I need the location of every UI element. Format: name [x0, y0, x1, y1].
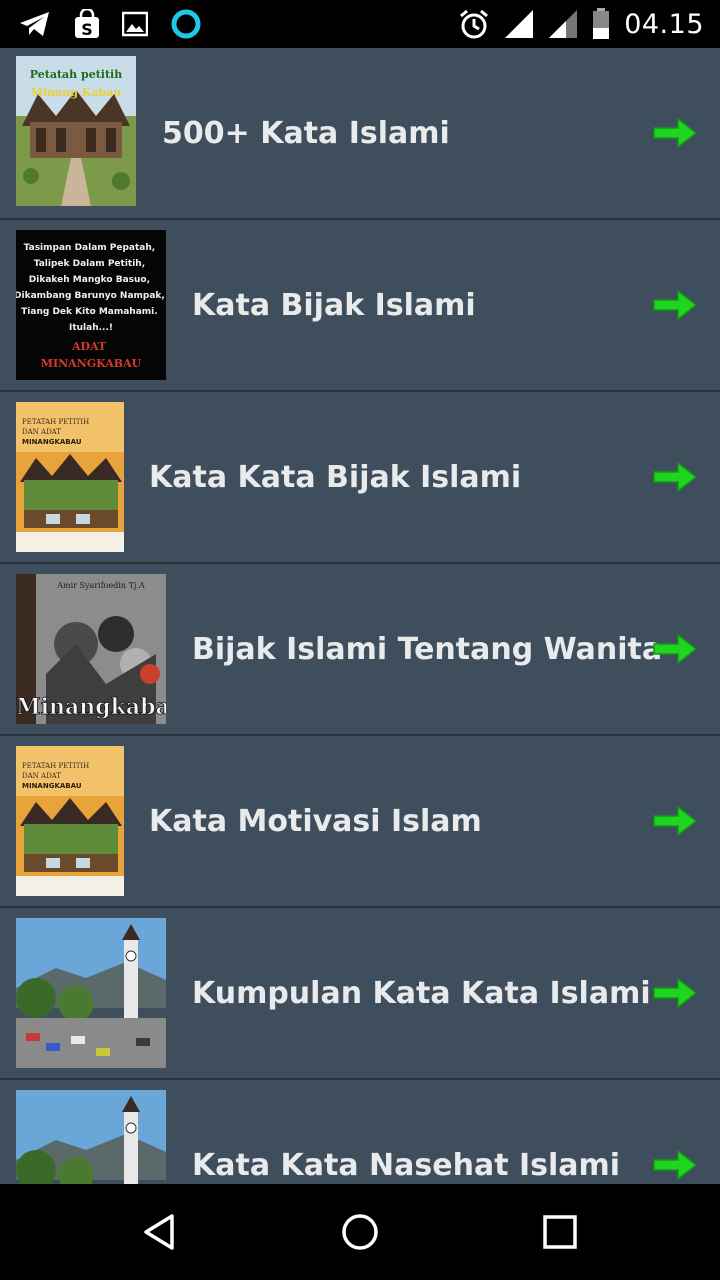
thumbnail-clock-tower	[16, 1090, 166, 1184]
shopping-bag-icon: S	[74, 9, 100, 39]
svg-text:Minangkabau: Minangkabau	[16, 694, 166, 720]
arrow-right-icon[interactable]	[652, 117, 698, 149]
image-icon	[122, 11, 148, 37]
item-title: Kata Kata Bijak Islami	[149, 459, 522, 495]
item-title: Bijak Islami Tentang Wanita	[192, 631, 663, 667]
status-bar: S 04.15	[0, 0, 720, 48]
arrow-right-icon[interactable]	[652, 977, 698, 1009]
alarm-icon	[458, 8, 490, 40]
svg-text:Minang Kabau: Minang Kabau	[31, 86, 122, 99]
back-icon[interactable]	[140, 1212, 180, 1252]
svg-text:Petatah petitih: Petatah petitih	[30, 68, 122, 81]
svg-text:MINANGKABAU: MINANGKABAU	[22, 782, 82, 790]
list-item[interactable]: Kata Kata Nasehat Islami	[0, 1080, 720, 1184]
recents-icon[interactable]	[540, 1212, 580, 1252]
arrow-right-icon[interactable]	[652, 461, 698, 493]
home-icon[interactable]	[340, 1212, 380, 1252]
svg-text:S: S	[81, 20, 93, 39]
thumbnail-book-cover: PETATAH PETITIH DAN ADAT MINANGKABAU	[16, 746, 124, 896]
item-title: Kumpulan Kata Kata Islami	[192, 975, 651, 1011]
arrow-right-icon[interactable]	[652, 1149, 698, 1181]
list-item[interactable]: Kumpulan Kata Kata Islami	[0, 908, 720, 1080]
svg-text:DAN ADAT: DAN ADAT	[22, 428, 61, 436]
thumbnail-clock-tower	[16, 918, 166, 1068]
signal-icon-2	[548, 9, 578, 39]
svg-text:Amir Syarifoedin Tj.A: Amir Syarifoedin Tj.A	[56, 581, 145, 590]
arrow-right-icon[interactable]	[652, 289, 698, 321]
signal-icon	[504, 9, 534, 39]
navigation-bar	[0, 1184, 720, 1280]
list-item[interactable]: PETATAH PETITIH DAN ADAT MINANGKABAU Kat…	[0, 392, 720, 564]
arrow-right-icon[interactable]	[652, 633, 698, 665]
thumbnail-book-cover-bw: Amir Syarifoedin Tj.A Minangkabau	[16, 574, 166, 724]
svg-text:DAN ADAT: DAN ADAT	[22, 772, 61, 780]
telegram-icon	[18, 10, 52, 38]
item-title: Kata Bijak Islami	[192, 287, 476, 323]
thumbnail-quote-card: Tasimpan Dalam Pepatah, Talipek Dalam Pe…	[16, 230, 166, 380]
list-item[interactable]: Tasimpan Dalam Pepatah, Talipek Dalam Pe…	[0, 220, 720, 392]
item-title: Kata Kata Nasehat Islami	[192, 1147, 621, 1183]
list-item[interactable]: PETATAH PETITIH DAN ADAT MINANGKABAU Kat…	[0, 736, 720, 908]
battery-icon	[592, 8, 610, 40]
list-item[interactable]: Petatah petitih Minang Kabau 500+ Kata I…	[0, 48, 720, 220]
thumbnail-book-cover: PETATAH PETITIH DAN ADAT MINANGKABAU	[16, 402, 124, 552]
svg-text:MINANGKABAU: MINANGKABAU	[22, 438, 82, 446]
thumbnail-rumah-gadang: Petatah petitih Minang Kabau	[16, 56, 136, 206]
clock-time: 04.15	[624, 8, 704, 40]
menu-list: Petatah petitih Minang Kabau 500+ Kata I…	[0, 48, 720, 1184]
list-item[interactable]: Amir Syarifoedin Tj.A Minangkabau Bijak …	[0, 564, 720, 736]
item-title: Kata Motivasi Islam	[149, 803, 482, 839]
svg-text:PETATAH PETITIH: PETATAH PETITIH	[22, 418, 89, 426]
svg-text:PETATAH PETITIH: PETATAH PETITIH	[22, 762, 89, 770]
circle-app-icon	[170, 8, 202, 40]
item-title: 500+ Kata Islami	[162, 115, 450, 151]
arrow-right-icon[interactable]	[652, 805, 698, 837]
